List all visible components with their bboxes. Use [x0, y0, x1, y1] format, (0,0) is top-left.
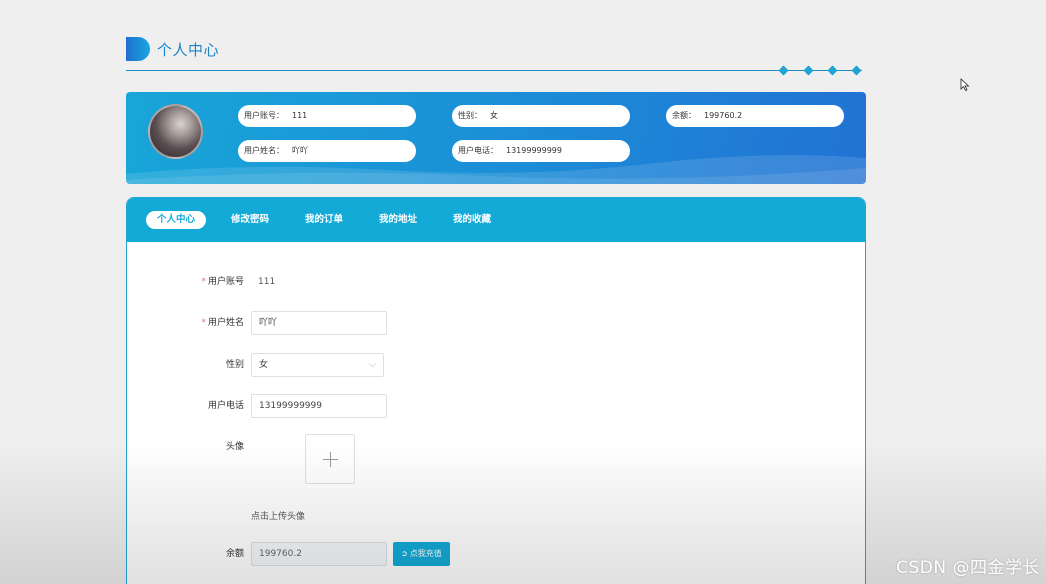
phone-pill-value: 13199999999: [506, 146, 562, 155]
phone-label: 用户电话: [207, 401, 244, 411]
tab-personal-center[interactable]: 个人中心: [146, 211, 207, 229]
avatar: [148, 104, 203, 159]
plus-icon-vertical: [330, 452, 331, 467]
mouse-pointer-icon: [960, 78, 970, 92]
watermark: CSDN @四金学长: [896, 558, 1040, 578]
upload-tip: 点击上传头像: [251, 512, 306, 522]
account-pill-label: 用户账号：: [244, 111, 284, 120]
balance-pill: 余额： 199760.2: [666, 105, 844, 127]
name-label: * 用户姓名: [127, 311, 244, 335]
phone-pill-label: 用户电话：: [458, 146, 498, 155]
tab-my-addresses[interactable]: 我的地址: [379, 211, 417, 229]
name-label-text: 用户姓名: [207, 318, 244, 328]
name-pill-label: 用户姓名：: [244, 146, 284, 155]
tab-my-orders[interactable]: 我的订单: [305, 211, 343, 229]
phone-pill: 用户电话： 13199999999: [452, 140, 630, 162]
name-input[interactable]: 吖吖: [251, 311, 387, 335]
account-label-text: 用户账号: [207, 277, 244, 287]
diamond-icon: [851, 65, 862, 76]
tab-bar: 个人中心 修改密码 我的订单 我的地址 我的收藏: [127, 198, 865, 242]
balance-label: 余额: [225, 549, 244, 559]
gender-select[interactable]: 女 ⌵: [251, 353, 384, 377]
gender-pill: 性别： 女: [452, 105, 630, 127]
account-pill-value: 111: [292, 111, 308, 120]
chevron-down-icon: ⌵: [369, 360, 376, 370]
header-divider: [126, 70, 862, 71]
profile-card: 个人中心 修改密码 我的订单 我的地址 我的收藏 * 用户账号 111 * 用户姓名…: [126, 197, 866, 584]
account-pill: 用户账号： 111: [238, 105, 416, 127]
diamond-icon: [778, 65, 789, 76]
account-label: * 用户账号: [127, 270, 244, 294]
gender-select-value: 女: [259, 360, 269, 370]
avatar-uploader[interactable]: [305, 434, 355, 484]
page-header: 个人中心: [126, 36, 862, 76]
balance-input: 199760.2: [251, 542, 387, 566]
required-mark: *: [201, 318, 206, 328]
diamond-icon: [827, 65, 838, 76]
gender-pill-label: 性别：: [458, 111, 482, 120]
recharge-button-label: 点我充值: [409, 549, 442, 558]
name-pill-value: 吖吖: [292, 146, 308, 155]
circle-arrow-icon: ➲: [401, 549, 408, 558]
phone-input[interactable]: 13199999999: [251, 394, 387, 418]
page-title: 个人中心: [157, 41, 220, 59]
name-pill: 用户姓名： 吖吖: [238, 140, 416, 162]
header-badge-icon: [126, 37, 150, 61]
tab-my-favorites[interactable]: 我的收藏: [453, 211, 491, 229]
balance-pill-value: 199760.2: [704, 111, 743, 120]
avatar-label: 头像: [225, 442, 244, 452]
recharge-button[interactable]: ➲ 点我充值: [393, 542, 450, 566]
balance-pill-label: 余额：: [672, 111, 696, 120]
gender-pill-value: 女: [490, 111, 498, 120]
required-mark: *: [201, 277, 206, 287]
user-info-card: 用户账号： 111 性别： 女 余额： 199760.2 用户姓名： 吖吖 用户电话： 1…: [126, 92, 866, 184]
tab-change-password[interactable]: 修改密码: [231, 211, 269, 229]
account-value: 111: [258, 277, 276, 287]
gender-label: 性别: [225, 360, 244, 370]
diamond-icon: [803, 65, 814, 76]
